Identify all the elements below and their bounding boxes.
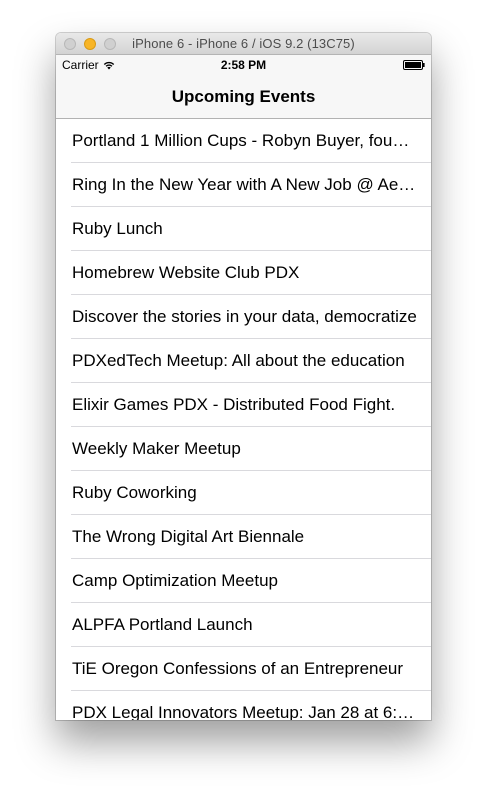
event-list-item[interactable]: Camp Optimization Meetup <box>56 559 431 603</box>
event-title: Ruby Lunch <box>72 219 163 238</box>
event-list-item[interactable]: Discover the stories in your data, democ… <box>56 295 431 339</box>
event-list-item[interactable]: Portland 1 Million Cups - Robyn Buyer, f… <box>56 119 431 163</box>
event-title: Discover the stories in your data, democ… <box>72 307 417 326</box>
device-screen: Carrier 2:58 PM Upcoming Events Portland… <box>56 55 431 720</box>
event-title: Ruby Coworking <box>72 483 197 502</box>
event-title: Elixir Games PDX - Distributed Food Figh… <box>72 395 396 414</box>
event-list-item[interactable]: Ring In the New Year with A New Job @ Ae… <box>56 163 431 207</box>
events-list: Portland 1 Million Cups - Robyn Buyer, f… <box>56 119 431 720</box>
event-title: ALPFA Portland Launch <box>72 615 253 634</box>
simulator-window: iPhone 6 - iPhone 6 / iOS 9.2 (13C75) Ca… <box>56 33 431 720</box>
status-bar: Carrier 2:58 PM <box>56 55 431 75</box>
event-list-item[interactable]: Weekly Maker Meetup <box>56 427 431 471</box>
event-list-item[interactable]: TiE Oregon Confessions of an Entrepreneu… <box>56 647 431 691</box>
event-title: PDX Legal Innovators Meetup: Jan 28 at 6… <box>72 703 417 720</box>
event-list-item[interactable]: Elixir Games PDX - Distributed Food Figh… <box>56 383 431 427</box>
event-list-item[interactable]: Ruby Coworking <box>56 471 431 515</box>
navigation-bar: Upcoming Events <box>56 75 431 119</box>
event-title: Camp Optimization Meetup <box>72 571 278 590</box>
event-title: TiE Oregon Confessions of an Entrepreneu… <box>72 659 404 678</box>
battery-icon <box>403 60 425 70</box>
event-title: PDXedTech Meetup: All about the educatio… <box>72 351 405 370</box>
event-list-item[interactable]: ALPFA Portland Launch <box>56 603 431 647</box>
stage: iPhone 6 - iPhone 6 / iOS 9.2 (13C75) Ca… <box>0 0 487 801</box>
event-list-item[interactable]: PDXedTech Meetup: All about the educatio… <box>56 339 431 383</box>
page-title: Upcoming Events <box>171 87 316 106</box>
event-list-item[interactable]: Homebrew Website Club PDX <box>56 251 431 295</box>
event-title: Portland 1 Million Cups - Robyn Buyer, f… <box>72 131 417 150</box>
window-titlebar[interactable]: iPhone 6 - iPhone 6 / iOS 9.2 (13C75) <box>56 33 431 55</box>
status-time: 2:58 PM <box>220 58 267 72</box>
event-list-item[interactable]: Ruby Lunch <box>56 207 431 251</box>
event-title: Homebrew Website Club PDX <box>72 263 300 282</box>
event-title: Ring In the New Year with A New Job @ Ae… <box>72 175 417 194</box>
event-list-item[interactable]: The Wrong Digital Art Biennale <box>56 515 431 559</box>
event-title: Weekly Maker Meetup <box>72 439 241 458</box>
window-title: iPhone 6 - iPhone 6 / iOS 9.2 (13C75) <box>132 36 355 51</box>
event-list-item[interactable]: PDX Legal Innovators Meetup: Jan 28 at 6… <box>56 691 431 720</box>
event-title: The Wrong Digital Art Biennale <box>72 527 305 546</box>
